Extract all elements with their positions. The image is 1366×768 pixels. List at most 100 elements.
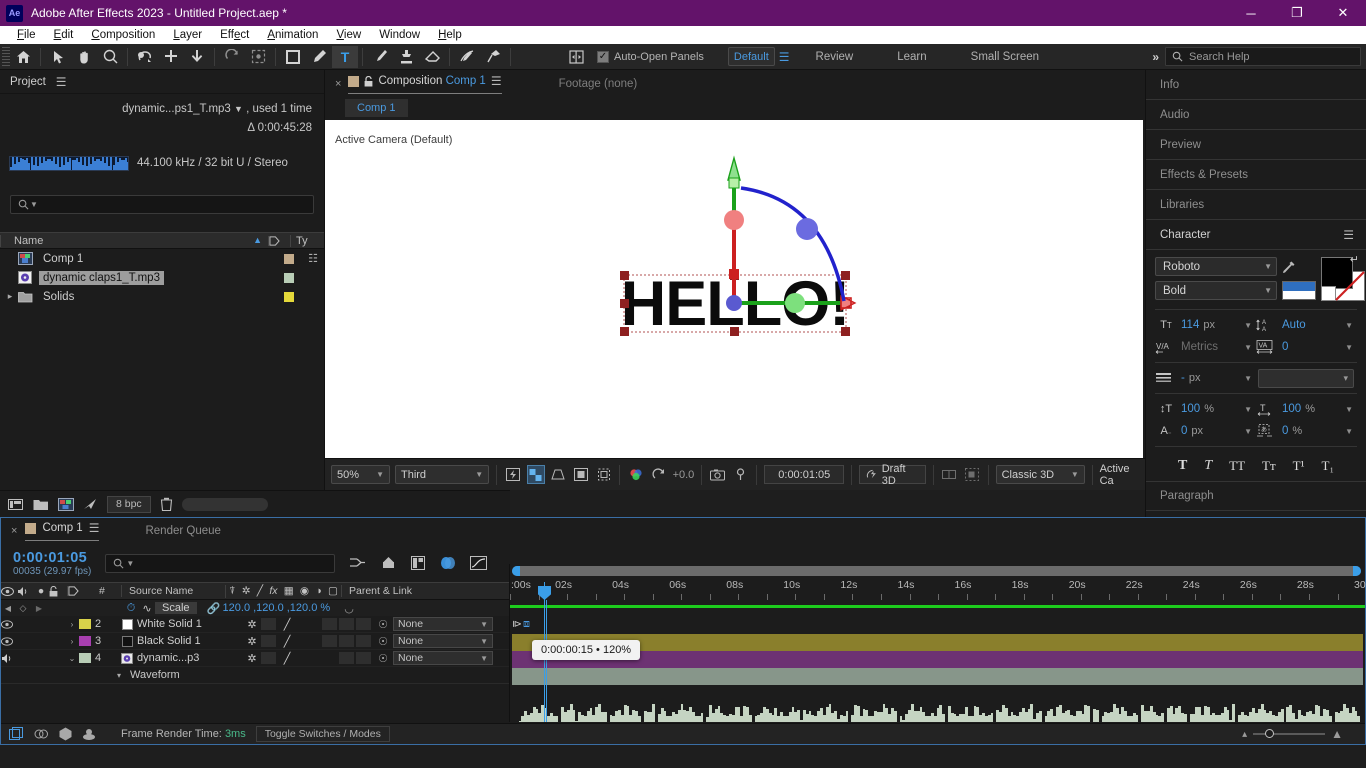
project-search-input[interactable]: ▼ <box>10 195 314 214</box>
grid-guides-icon[interactable] <box>595 465 613 484</box>
font-size-value[interactable]: 114 <box>1181 319 1199 331</box>
layer-switch-cell[interactable] <box>322 635 337 647</box>
type-tool-icon[interactable]: T <box>332 45 358 68</box>
quality-switch-icon[interactable]: ╱ <box>278 652 296 665</box>
collapse-transform-icon[interactable]: ✲ <box>243 618 261 631</box>
timeline-search-input[interactable]: ▼ <box>105 553 336 573</box>
eraser-tool-icon[interactable] <box>419 46 445 68</box>
tsume-value[interactable]: 0 <box>1282 425 1288 437</box>
snapping-icon[interactable] <box>563 46 589 68</box>
property-row-scale[interactable]: ◀ ◇ ▶ ⏱ ∿ Scale 🔗 120.0 ,120.0 ,120.0 % … <box>1 600 509 616</box>
faux-bold-button[interactable]: T <box>1178 458 1187 474</box>
layer-source-name[interactable]: White Solid 1 <box>137 618 243 630</box>
project-list-item[interactable]: dynamic claps1_T.mp3 <box>0 268 324 287</box>
draft-3d-button[interactable]: Draft 3D <box>859 463 926 487</box>
active-camera-select[interactable]: Active Ca <box>1100 463 1140 487</box>
layer-twirl-icon[interactable]: › <box>65 620 79 629</box>
chevron-down-icon[interactable]: ▼ <box>1345 343 1357 352</box>
project-panel-menu-icon[interactable]: ☰ <box>56 75 67 89</box>
baseline-shift-control[interactable]: A₋ 0 px ▼ <box>1155 425 1256 437</box>
resolution-select[interactable]: Third ▼ <box>394 465 490 484</box>
parent-select[interactable]: None ▼ <box>393 634 493 648</box>
maximize-button[interactable]: ❐ <box>1274 0 1320 26</box>
layer-switch-cell[interactable] <box>261 652 276 664</box>
3d-ground-plane-icon[interactable] <box>963 465 981 484</box>
leading-value[interactable]: Auto <box>1282 319 1306 331</box>
menu-effect[interactable]: Effect <box>211 26 258 44</box>
source-name-header[interactable]: Source Name <box>121 585 225 597</box>
font-style-select[interactable]: Bold ▼ <box>1155 281 1277 300</box>
orbit-tool-icon[interactable] <box>219 46 245 68</box>
chevron-down-icon[interactable]: ▼ <box>1244 374 1256 383</box>
exposure-reset-icon[interactable] <box>650 465 668 484</box>
label-color-swatch[interactable] <box>284 291 294 302</box>
track-row-keyframes[interactable]: ⧐ ⧈ <box>510 617 1365 634</box>
current-time-indicator-line[interactable] <box>546 600 547 722</box>
auto-open-panels-toggle[interactable]: ✓ Auto-Open Panels <box>597 50 704 63</box>
tracking-value[interactable]: 0 <box>1282 341 1288 353</box>
panel-tab-libraries[interactable]: Libraries <box>1146 190 1366 220</box>
timeline-layer-row[interactable]: › 3 Black Solid 1 ✲ ╱ ☉ None ▼ <box>1 633 509 650</box>
take-snapshot-icon[interactable] <box>709 465 727 484</box>
video-toggle-icon[interactable] <box>1 636 17 646</box>
layer-switch-cell[interactable] <box>339 618 354 630</box>
menu-window[interactable]: Window <box>370 26 429 44</box>
swap-fill-stroke-icon[interactable]: ↵ <box>1350 253 1359 266</box>
leading-control[interactable]: AA Auto ▼ <box>1256 318 1357 332</box>
zoom-in-icon[interactable]: ▲ <box>1331 727 1343 741</box>
keyframe-marker-in[interactable]: ⧐ <box>512 619 522 630</box>
chevron-down-icon[interactable]: ▼ <box>1345 321 1357 330</box>
timeline-comp-tab[interactable]: Comp 1 ☰ <box>25 521 100 541</box>
workspace-overflow-icon[interactable]: » <box>1152 50 1159 64</box>
chevron-down-icon[interactable]: ▼ <box>1244 343 1256 352</box>
project-settings-icon[interactable] <box>58 497 74 511</box>
no-fill-icon[interactable] <box>1321 286 1336 301</box>
comp-subtab-comp1[interactable]: Comp 1 <box>345 99 408 117</box>
keyframe-marker-selected[interactable]: ⧈ <box>523 618 530 631</box>
zoom-slider-track[interactable] <box>1253 729 1326 738</box>
chevron-down-icon[interactable]: ▼ <box>1345 427 1357 436</box>
vertical-scale-value[interactable]: 100 <box>1181 403 1200 415</box>
menu-file[interactable]: File <box>8 26 45 44</box>
label-color-swatch[interactable] <box>284 272 294 283</box>
graph-editor-icon[interactable] <box>470 556 488 570</box>
parent-select[interactable]: None ▼ <box>393 651 493 665</box>
brush-tool-icon[interactable] <box>367 46 393 68</box>
layer-label-swatch[interactable] <box>79 619 91 629</box>
parent-pickwhip-icon[interactable]: ☉ <box>373 635 393 648</box>
layer-source-name[interactable]: Black Solid 1 <box>137 635 243 647</box>
clone-stamp-tool-icon[interactable] <box>393 46 419 68</box>
hand-tool-icon[interactable] <box>71 46 97 68</box>
show-snapshot-icon[interactable] <box>732 465 750 484</box>
keyframe-prev-icon[interactable]: ◀ <box>1 604 15 613</box>
menu-composition[interactable]: Composition <box>82 26 164 44</box>
zoom-level-select[interactable]: 50% ▼ <box>331 465 390 484</box>
layer-switch-cell[interactable] <box>356 618 371 630</box>
expression-icon[interactable]: ◡ <box>344 602 354 615</box>
panel-tab-preview[interactable]: Preview <box>1146 130 1366 160</box>
parent-select[interactable]: None ▼ <box>393 617 493 631</box>
footage-tab[interactable]: Footage (none) <box>559 78 638 90</box>
bit-depth-button[interactable]: 8 bpc <box>107 495 151 513</box>
layer-switch-cell[interactable] <box>261 618 276 630</box>
zoom-out-icon[interactable]: ▴ <box>1242 729 1247 740</box>
stroke-width-value[interactable]: - <box>1181 372 1185 384</box>
project-footer-scrollbar[interactable] <box>181 497 268 511</box>
superscript-button[interactable]: T¹ <box>1293 458 1305 474</box>
faux-italic-button[interactable]: T <box>1204 458 1212 474</box>
track-row-property[interactable] <box>510 600 1365 617</box>
mask-visibility-icon[interactable] <box>550 465 568 484</box>
menu-edit[interactable]: Edit <box>45 26 83 44</box>
panel-tab-info[interactable]: Info <box>1146 70 1366 100</box>
toggle-switches-modes-button[interactable]: Toggle Switches / Modes <box>255 726 390 742</box>
rotation-tool-icon[interactable] <box>132 46 158 68</box>
small-caps-button[interactable]: Tᴛ <box>1262 458 1276 474</box>
fast-previews-icon[interactable] <box>504 465 522 484</box>
baseline-shift-value[interactable]: 0 <box>1181 425 1187 437</box>
project-col-type[interactable]: Ty <box>290 234 320 247</box>
puppet-pin-tool-icon[interactable] <box>480 46 506 68</box>
font-size-control[interactable]: TT 114 px ▼ <box>1155 319 1256 331</box>
renderer-select[interactable]: Classic 3D ▼ <box>995 465 1085 484</box>
workspace-tab-review[interactable]: Review <box>794 44 876 70</box>
unified-camera-tool-icon[interactable] <box>158 46 184 68</box>
